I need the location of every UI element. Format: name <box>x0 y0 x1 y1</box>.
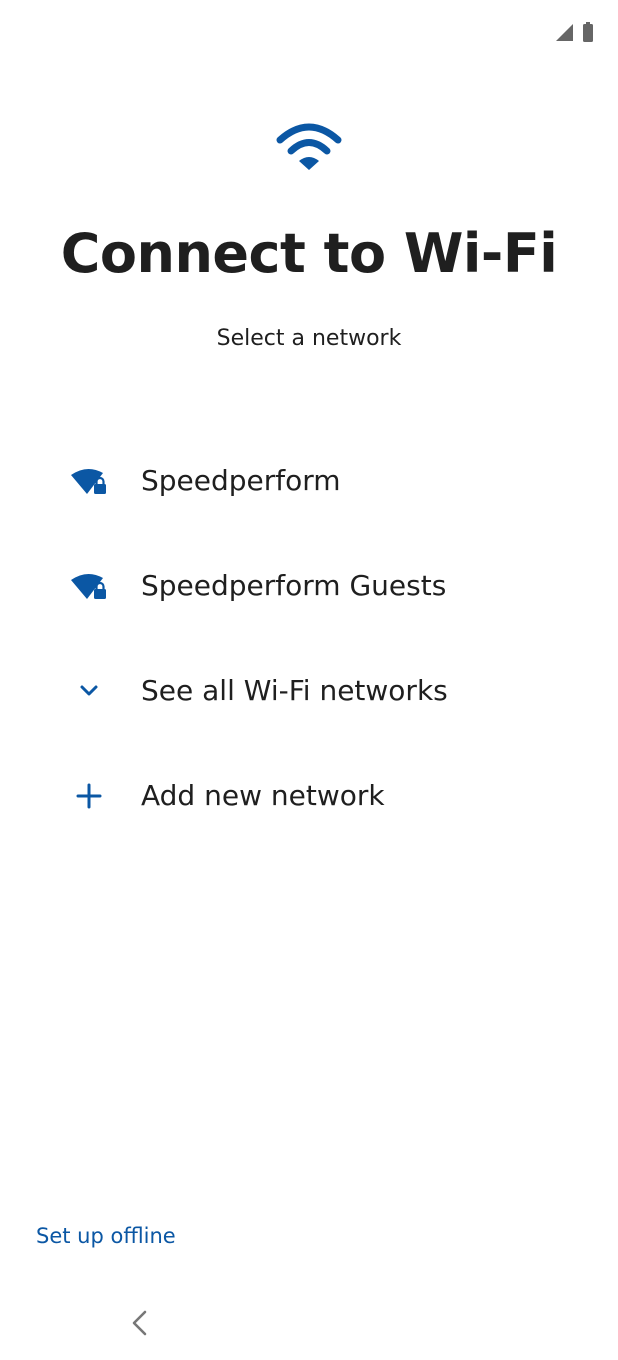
network-label: Speedperform <box>141 464 341 497</box>
wifi-locked-icon <box>54 466 124 496</box>
set-up-offline-link[interactable]: Set up offline <box>36 1224 176 1248</box>
battery-icon <box>582 22 594 46</box>
chevron-left-icon <box>129 1309 149 1341</box>
cell-signal-icon <box>554 22 574 46</box>
see-all-networks-label: See all Wi-Fi networks <box>141 674 448 707</box>
network-label: Speedperform Guests <box>141 569 447 602</box>
wifi-locked-icon <box>54 571 124 601</box>
add-new-network-button[interactable]: Add new network <box>0 743 618 848</box>
header-wifi-icon-wrap <box>0 120 618 176</box>
plus-icon <box>54 783 124 809</box>
see-all-networks-button[interactable]: See all Wi-Fi networks <box>0 638 618 743</box>
add-new-network-label: Add new network <box>141 779 385 812</box>
network-list: Speedperform Speedperform Guests See all… <box>0 428 618 848</box>
network-item-speedperform[interactable]: Speedperform <box>0 428 618 533</box>
page-subtitle: Select a network <box>216 326 402 351</box>
back-button[interactable] <box>122 1306 156 1344</box>
page-title: Connect to Wi-Fi <box>60 222 558 285</box>
status-bar <box>554 22 594 46</box>
network-item-speedperform-guests[interactable]: Speedperform Guests <box>0 533 618 638</box>
wifi-icon <box>275 120 343 176</box>
chevron-down-icon <box>54 684 124 698</box>
